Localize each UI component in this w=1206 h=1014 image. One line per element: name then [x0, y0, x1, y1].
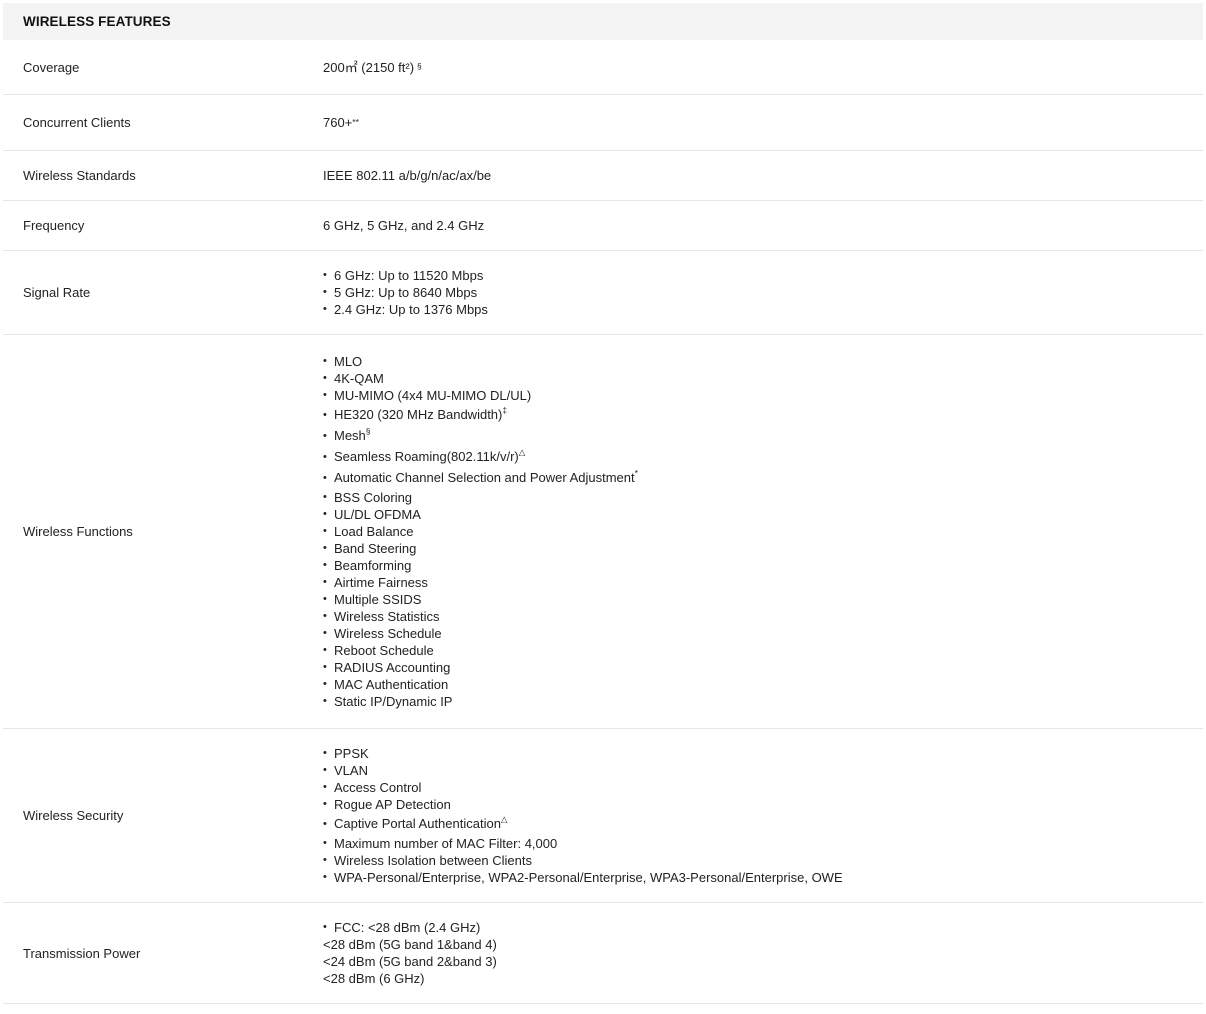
signal-rate-list: 6 GHz: Up to 11520 Mbps 5 GHz: Up to 864…: [323, 267, 488, 318]
wireless-functions-list: MLO 4K-QAM MU-MIMO (4x4 MU-MIMO DL/UL) H…: [323, 353, 638, 710]
list-item: FCC: <28 dBm (2.4 GHz): [323, 919, 497, 936]
transmission-power-list: FCC: <28 dBm (2.4 GHz) <28 dBm (5G band …: [323, 919, 497, 987]
list-item: BSS Coloring: [323, 489, 638, 506]
row-value: 6 GHz: Up to 11520 Mbps 5 GHz: Up to 864…: [323, 267, 488, 318]
list-item: MAC Authentication: [323, 676, 638, 693]
list-item: WPA-Personal/Enterprise, WPA2-Personal/E…: [323, 869, 843, 886]
list-item: Beamforming: [323, 557, 638, 574]
row-value: 6 GHz, 5 GHz, and 2.4 GHz: [323, 218, 485, 233]
coverage-value: 200㎡ (2150 ft²): [323, 59, 415, 75]
section-title: WIRELESS FEATURES: [3, 3, 1203, 40]
footnote-marker: §: [365, 425, 371, 436]
list-item: PPSK: [323, 745, 843, 762]
row-label: Frequency: [23, 218, 85, 233]
row-value: FCC: <28 dBm (2.4 GHz) <28 dBm (5G band …: [323, 919, 497, 987]
list-item-text: Mesh: [334, 428, 366, 443]
list-item: Wireless Schedule: [323, 625, 638, 642]
row-label: Concurrent Clients: [23, 115, 131, 130]
list-item: 2.4 GHz: Up to 1376 Mbps: [323, 301, 488, 318]
list-item: 6 GHz: Up to 11520 Mbps: [323, 267, 488, 284]
spec-row-frequency: Frequency 6 GHz, 5 GHz, and 2.4 GHz: [3, 201, 1203, 251]
row-value: 760+ **: [323, 115, 359, 130]
list-item: Maximum number of MAC Filter: 4,000: [323, 835, 843, 852]
clients-value: 760+: [323, 115, 353, 130]
footnote-marker: *: [634, 467, 638, 478]
spec-row-signal-rate: Signal Rate 6 GHz: Up to 11520 Mbps 5 GH…: [3, 251, 1203, 335]
list-item: <28 dBm (5G band 1&band 4): [323, 937, 497, 952]
footnote-marker: △: [500, 813, 508, 824]
list-item: Static IP/Dynamic IP: [323, 693, 638, 710]
list-item-text: HE320 (320 MHz Bandwidth): [334, 407, 503, 422]
spec-row-wireless-functions: Wireless Functions MLO 4K-QAM MU-MIMO (4…: [3, 335, 1203, 729]
list-item: Mesh§: [323, 426, 638, 446]
list-item: Multiple SSIDS: [323, 591, 638, 608]
list-item: Load Balance: [323, 523, 638, 540]
row-label: Coverage: [23, 59, 80, 75]
row-label: Signal Rate: [23, 285, 91, 300]
row-value: PPSK VLAN Access Control Rogue AP Detect…: [323, 745, 843, 886]
row-value: 200㎡ (2150 ft²) §: [323, 59, 422, 75]
list-item: RADIUS Accounting: [323, 659, 638, 676]
row-label: Wireless Standards: [23, 168, 136, 183]
list-item: MLO: [323, 353, 638, 370]
list-item-text: Captive Portal Authentication: [334, 816, 501, 831]
row-label: Wireless Security: [23, 808, 124, 823]
spec-row-transmission-power: Transmission Power FCC: <28 dBm (2.4 GHz…: [3, 903, 1203, 1004]
row-label: Wireless Functions: [23, 524, 133, 539]
footnote-marker: △: [518, 446, 526, 457]
spec-row-wireless-security: Wireless Security PPSK VLAN Access Contr…: [3, 729, 1203, 903]
list-item: MU-MIMO (4x4 MU-MIMO DL/UL): [323, 387, 638, 404]
row-value: MLO 4K-QAM MU-MIMO (4x4 MU-MIMO DL/UL) H…: [323, 353, 638, 710]
list-item: Wireless Statistics: [323, 608, 638, 625]
list-item: Seamless Roaming(802.11k/v/r)△: [323, 447, 638, 467]
list-item: <28 dBm (6 GHz): [323, 971, 425, 986]
spec-table: WIRELESS FEATURES Coverage 200㎡ (2150 ft…: [3, 3, 1203, 1004]
list-item-text: Seamless Roaming(802.11k/v/r): [334, 449, 519, 464]
spec-row-coverage: Coverage 200㎡ (2150 ft²) §: [3, 40, 1203, 95]
list-item: Band Steering: [323, 540, 638, 557]
row-label: Transmission Power: [23, 945, 141, 961]
list-item: 4K-QAM: [323, 370, 638, 387]
list-item: Captive Portal Authentication△: [323, 814, 843, 834]
list-item: Wireless Isolation between Clients: [323, 852, 843, 869]
list-item: HE320 (320 MHz Bandwidth)‡: [323, 405, 638, 425]
list-item: VLAN: [323, 762, 843, 779]
list-item: Airtime Fairness: [323, 574, 638, 591]
spec-row-concurrent-clients: Concurrent Clients 760+ **: [3, 95, 1203, 151]
list-item: UL/DL OFDMA: [323, 506, 638, 523]
wireless-security-list: PPSK VLAN Access Control Rogue AP Detect…: [323, 745, 843, 886]
list-item: Access Control: [323, 779, 843, 796]
row-value: IEEE 802.11 a/b/g/n/ac/ax/be: [323, 168, 492, 183]
list-item: Rogue AP Detection: [323, 796, 843, 813]
list-item-text: Automatic Channel Selection and Power Ad…: [334, 470, 635, 485]
list-item: Automatic Channel Selection and Power Ad…: [323, 468, 638, 488]
list-item: <24 dBm (5G band 2&band 3): [323, 954, 497, 969]
spec-row-wireless-standards: Wireless Standards IEEE 802.11 a/b/g/n/a…: [3, 151, 1203, 201]
list-item: Reboot Schedule: [323, 642, 638, 659]
footnote-marker: ‡: [502, 404, 508, 415]
list-item: 5 GHz: Up to 8640 Mbps: [323, 284, 488, 301]
